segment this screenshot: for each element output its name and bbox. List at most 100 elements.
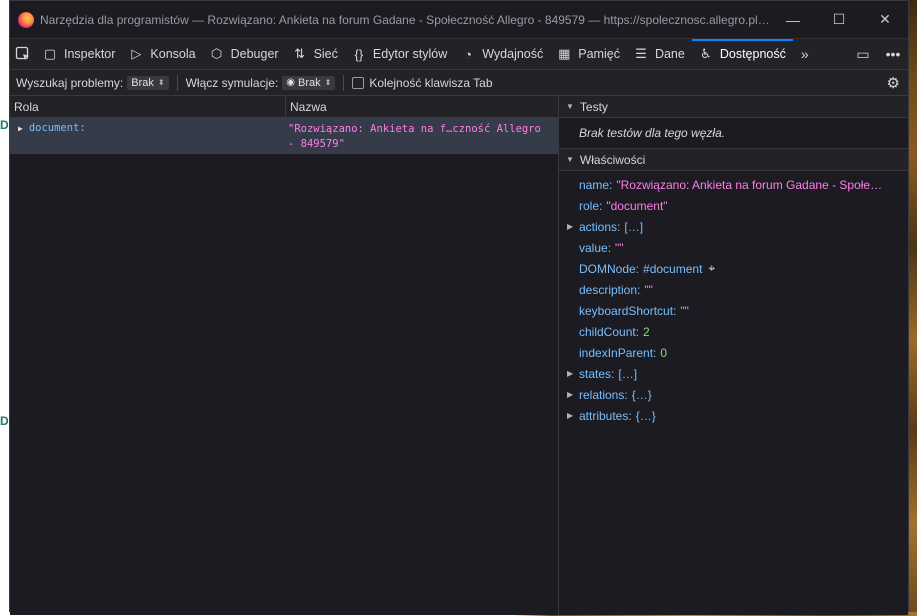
- property-row: name: "Rozwiązano: Ankieta na forum Gadan…: [559, 174, 908, 195]
- devtools-toolbar: ▢ Inspektor ▷ Konsola ⬡ Debuger ⇅ Sieć {} Edytor …: [10, 38, 908, 70]
- property-value[interactable]: #document: [643, 262, 702, 276]
- property-key: attributes:: [579, 408, 632, 423]
- tab-inspector[interactable]: ▢ Inspektor: [36, 39, 122, 69]
- maximize-button[interactable]: ☐: [816, 1, 862, 38]
- property-key: states:: [579, 366, 615, 381]
- simulate-value: Brak: [298, 76, 321, 89]
- properties-title: Właściwości: [579, 152, 646, 167]
- property-row[interactable]: ▶ attributes: {…}: [559, 405, 908, 426]
- search-issues-value: Brak: [131, 76, 154, 89]
- tab-label: Edytor stylów: [372, 47, 448, 61]
- tree-role: document:: [28, 122, 86, 134]
- property-row: description: "": [559, 279, 908, 300]
- accessibility-filter-bar: Wyszukaj problemy: Brak ⬍ Włącz symulacj…: [10, 70, 908, 96]
- firefox-logo-icon: [18, 11, 34, 28]
- tests-empty-message: Brak testów dla tego węzła.: [559, 118, 908, 149]
- tab-label: Konsola: [150, 47, 196, 61]
- property-row: childCount: 2: [559, 321, 908, 342]
- network-icon: ⇅: [294, 46, 306, 61]
- tab-performance[interactable]: ◔ Wydajność: [454, 39, 550, 69]
- property-row: role: "document": [559, 195, 908, 216]
- background-letter: D: [0, 414, 9, 428]
- property-value: […]: [624, 219, 644, 234]
- tab-network[interactable]: ⇅ Sieć: [286, 39, 345, 69]
- element-picker-icon[interactable]: [10, 39, 36, 69]
- expand-triangle-icon[interactable]: ▶: [567, 390, 573, 399]
- property-value: "Rozwiązano: Ankieta na forum Gadane - S…: [616, 177, 887, 192]
- column-name[interactable]: Nazwa: [286, 100, 327, 114]
- separator: [343, 74, 345, 91]
- property-row: DOMNode: #document ⌖: [559, 258, 908, 279]
- tab-debugger[interactable]: ⬡ Debuger: [203, 39, 286, 69]
- gear-icon[interactable]: ⚙: [887, 74, 900, 92]
- console-icon: ▷: [131, 46, 142, 61]
- tab-order-label[interactable]: Kolejność klawisza Tab: [369, 76, 492, 90]
- style-editor-icon: {}: [354, 46, 364, 62]
- property-value: "": [615, 240, 624, 255]
- tests-title: Testy: [579, 99, 608, 114]
- collapse-triangle-icon: ▼: [566, 102, 574, 111]
- desktop-background: [909, 0, 917, 616]
- tree-header: Rola Nazwa: [10, 96, 558, 118]
- eye-icon: ◉: [286, 77, 296, 88]
- menu-icon[interactable]: •••: [878, 46, 908, 62]
- title-bar[interactable]: Narzędzia dla programistów — Rozwiązano:…: [10, 1, 908, 38]
- accessibility-icon: ♿: [700, 46, 712, 61]
- property-value: […]: [618, 366, 638, 381]
- property-value: {…}: [631, 387, 652, 402]
- property-value: 2: [643, 324, 650, 339]
- window-title: Narzędzia dla programistów — Rozwiązano:…: [40, 12, 770, 27]
- tab-storage[interactable]: ☰ Dane: [627, 39, 692, 69]
- property-value: 0: [660, 345, 668, 360]
- property-row: indexInParent: 0: [559, 342, 908, 363]
- expand-triangle-icon[interactable]: ▶: [18, 124, 23, 133]
- tab-label: Dostępność: [719, 47, 786, 61]
- simulate-select[interactable]: ◉ Brak ⬍: [282, 75, 336, 90]
- tab-label: Dane: [654, 47, 685, 61]
- expand-triangle-icon[interactable]: ▶: [567, 369, 573, 378]
- tab-label: Inspektor: [64, 47, 116, 61]
- property-row[interactable]: ▶ states: […]: [559, 363, 908, 384]
- tests-section-header[interactable]: ▼ Testy: [559, 96, 908, 118]
- property-row[interactable]: ▶ actions: […]: [559, 216, 908, 237]
- select-arrows-icon: ⬍: [324, 78, 332, 87]
- property-value: "": [644, 282, 653, 297]
- tab-label: Sieć: [313, 47, 338, 61]
- storage-icon: ☰: [635, 46, 647, 61]
- more-tools-chevron-icon[interactable]: »: [793, 39, 817, 69]
- toolbar-right: ▭ •••: [848, 39, 908, 69]
- column-role[interactable]: Rola: [10, 96, 286, 117]
- tab-style-editor[interactable]: {} Edytor stylów: [345, 39, 454, 69]
- search-issues-select[interactable]: Brak ⬍: [127, 75, 169, 90]
- accessibility-tree: Rola Nazwa ▶ document: "Rozwiązano: Anki…: [10, 96, 559, 615]
- tab-memory[interactable]: ▦ Pamięć: [550, 39, 627, 69]
- dock-icon[interactable]: ▭: [848, 46, 878, 63]
- properties-list: name: "Rozwiązano: Ankieta na forum Gadan…: [559, 171, 908, 426]
- tab-accessibility[interactable]: ♿ Dostępność: [691, 39, 793, 69]
- property-value: {…}: [635, 408, 656, 423]
- tab-label: Pamięć: [578, 47, 620, 61]
- separator: [176, 74, 178, 91]
- search-issues-label: Wyszukaj problemy:: [16, 75, 124, 90]
- property-value: "document": [606, 198, 668, 213]
- panel-content: Rola Nazwa ▶ document: "Rozwiązano: Anki…: [10, 96, 908, 615]
- background-letter: D: [0, 118, 9, 132]
- select-arrows-icon: ⬍: [157, 78, 165, 87]
- minimize-button[interactable]: —: [770, 1, 816, 38]
- collapse-triangle-icon: ▼: [566, 155, 574, 164]
- select-node-target-icon[interactable]: ⌖: [708, 261, 715, 276]
- tab-console[interactable]: ▷ Konsola: [122, 39, 202, 69]
- properties-section-header[interactable]: ▼ Właściwości: [559, 149, 908, 171]
- memory-icon: ▦: [558, 46, 571, 61]
- debugger-icon: ⬡: [210, 46, 223, 61]
- expand-triangle-icon[interactable]: ▶: [567, 411, 573, 420]
- close-button[interactable]: ✕: [862, 1, 908, 38]
- accessibility-sidebar: ▼ Testy Brak testów dla tego węzła. ▼ Wł…: [559, 96, 908, 615]
- tab-order-checkbox[interactable]: [352, 76, 365, 89]
- tree-row[interactable]: ▶ document: "Rozwiązano: Ankieta na f…cz…: [10, 118, 558, 154]
- property-row: value: "": [559, 237, 908, 258]
- property-key: value:: [579, 240, 612, 255]
- property-key: DOMNode:: [579, 261, 640, 276]
- property-row[interactable]: ▶ relations: {…}: [559, 384, 908, 405]
- expand-triangle-icon[interactable]: ▶: [567, 222, 573, 231]
